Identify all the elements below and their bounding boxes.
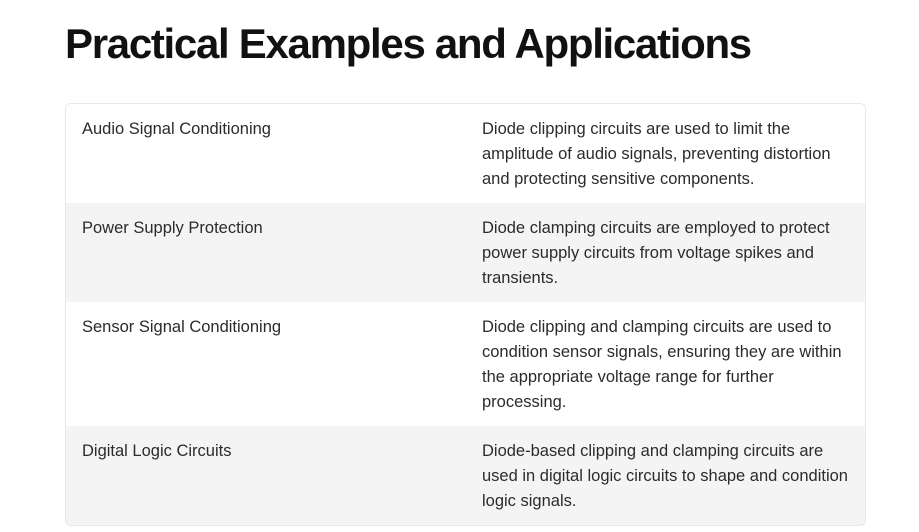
application-name-cell: Power Supply Protection — [66, 203, 466, 302]
table-row: Digital Logic Circuits Diode-based clipp… — [66, 426, 865, 525]
application-description-cell: Diode clipping and clamping circuits are… — [466, 302, 865, 426]
application-name-cell: Sensor Signal Conditioning — [66, 302, 466, 426]
page-title: Practical Examples and Applications — [65, 20, 752, 67]
application-name-cell: Digital Logic Circuits — [66, 426, 466, 525]
applications-table: Audio Signal Conditioning Diode clipping… — [65, 103, 866, 526]
application-description-cell: Diode clipping circuits are used to limi… — [466, 104, 865, 203]
application-name-cell: Audio Signal Conditioning — [66, 104, 466, 203]
application-description-cell: Diode clamping circuits are employed to … — [466, 203, 865, 302]
table-row: Power Supply Protection Diode clamping c… — [66, 203, 865, 302]
table-row: Audio Signal Conditioning Diode clipping… — [66, 104, 865, 203]
application-description-cell: Diode-based clipping and clamping circui… — [466, 426, 865, 525]
applications-table-grid: Audio Signal Conditioning Diode clipping… — [66, 104, 865, 525]
table-row: Sensor Signal Conditioning Diode clippin… — [66, 302, 865, 426]
